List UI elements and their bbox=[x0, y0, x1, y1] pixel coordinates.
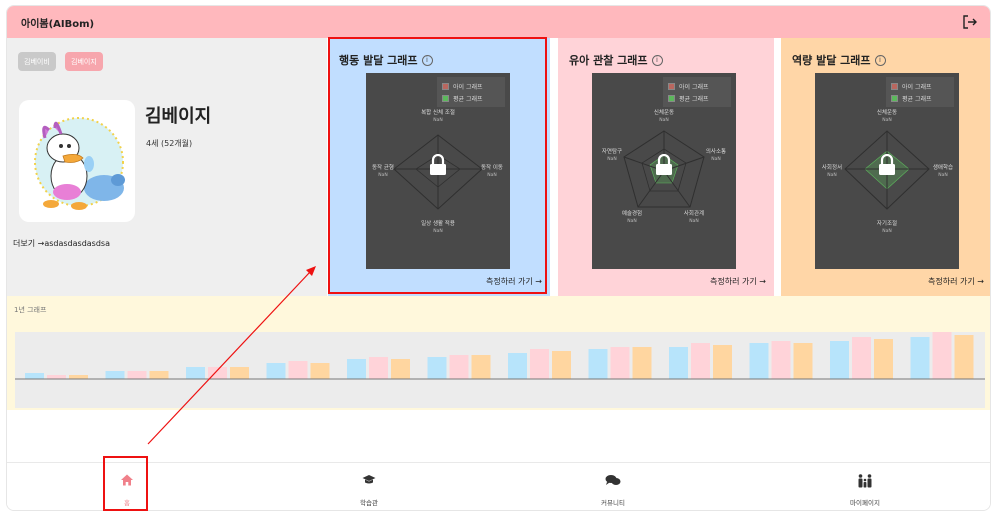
axis-label: 사회관계 NaN bbox=[683, 211, 705, 224]
info-icon[interactable]: i bbox=[421, 54, 433, 66]
bar bbox=[347, 359, 366, 379]
app-frame: 아이봄(AIBom) 김베이비 김베이지 김베이지 4세 (52개월) 더보기 … bbox=[6, 5, 991, 511]
card-title: 행동 발달 그래프 bbox=[339, 54, 418, 67]
axis-label: 사회정서 NaN bbox=[821, 165, 843, 178]
bar bbox=[288, 361, 308, 379]
bar bbox=[874, 339, 893, 379]
measure-link[interactable]: 측정하러 가기 → bbox=[710, 276, 766, 287]
bar bbox=[749, 343, 769, 379]
lock-icon bbox=[879, 154, 895, 175]
nav-label: 홈 bbox=[124, 499, 130, 507]
axis-label: 자기조절 NaN bbox=[876, 221, 898, 234]
child-age: 4세 (52개월) bbox=[146, 139, 193, 148]
bar bbox=[449, 355, 469, 379]
axis-label: 예술경험 NaN bbox=[621, 211, 643, 224]
bar bbox=[552, 351, 571, 379]
lock-icon bbox=[430, 154, 446, 175]
axis-label: 동작 균형 NaN bbox=[372, 165, 394, 178]
info-icon[interactable]: i bbox=[874, 54, 886, 66]
nav-mypage[interactable]: 마이페이지 bbox=[815, 463, 915, 510]
daisy-duck-illustration bbox=[34, 117, 125, 210]
child-chip-1[interactable]: 김베이비 bbox=[18, 52, 56, 71]
bar bbox=[932, 331, 952, 379]
yearly-bar-chart-svg bbox=[15, 331, 985, 380]
observation-graph-card: 유아 관찰 그래프 i 아이 그래프 평균 그래프 신체운동 NaN 의사소통 Na… bbox=[558, 38, 774, 296]
child-name: 김베이지 bbox=[145, 106, 212, 126]
nav-label: 마이페이지 bbox=[850, 499, 880, 507]
profile-panel: 김베이비 김베이지 김베이지 4세 (52개월) 더보기 →asdasdasda… bbox=[7, 38, 327, 296]
logout-icon[interactable] bbox=[962, 14, 978, 30]
card-title: 역량 발달 그래프 bbox=[792, 54, 871, 67]
axis-label: 동작 이동 NaN bbox=[481, 165, 503, 178]
axis-label: 생애학습 NaN bbox=[932, 165, 954, 178]
bar bbox=[230, 367, 249, 379]
bar bbox=[691, 343, 710, 379]
bar bbox=[471, 355, 491, 379]
radar-chart: 아이 그래프 평균 그래프 신체운동 NaN 의사소통 NaN 사회관계 NaN 예술… bbox=[592, 73, 736, 269]
bar bbox=[105, 371, 125, 379]
bar bbox=[793, 343, 813, 379]
bar bbox=[369, 357, 388, 379]
bar bbox=[771, 341, 791, 379]
nav-label: 학습관 bbox=[360, 499, 378, 507]
bar bbox=[427, 357, 447, 379]
card-title: 유아 관찰 그래프 bbox=[569, 54, 648, 67]
competency-graph-card: 역량 발달 그래프 i 아이 그래프 평균 그래프 신체운동 NaN 생애학습 Na… bbox=[781, 38, 990, 296]
home-icon bbox=[121, 474, 133, 486]
bar bbox=[910, 337, 930, 379]
bar bbox=[266, 363, 286, 379]
axis-label: 의사소통 NaN bbox=[705, 149, 727, 162]
nav-home[interactable]: 홈 bbox=[77, 463, 177, 510]
axis-label: 신체운동 NaN bbox=[653, 110, 675, 123]
bar bbox=[127, 371, 147, 379]
bar bbox=[830, 341, 849, 379]
more-link[interactable]: 더보기 →asdasdasdasdsa bbox=[13, 238, 110, 249]
bar bbox=[852, 337, 871, 379]
info-icon[interactable]: i bbox=[651, 54, 663, 66]
bar bbox=[954, 335, 974, 379]
measure-link[interactable]: 측정하러 가기 → bbox=[928, 276, 984, 287]
bar bbox=[47, 375, 66, 379]
avatar bbox=[19, 100, 135, 222]
bar bbox=[508, 353, 527, 379]
bar bbox=[208, 367, 227, 379]
bar bbox=[713, 345, 732, 379]
bar bbox=[69, 375, 88, 379]
graduation-cap-icon bbox=[362, 475, 376, 484]
app-header: 아이봄(AIBom) bbox=[7, 6, 990, 38]
nav-learning[interactable]: 학습관 bbox=[319, 463, 419, 510]
bar bbox=[310, 363, 330, 379]
bottom-nav: 홈 학습관 커뮤니티 마이페이지 bbox=[7, 462, 990, 510]
child-chip-2[interactable]: 김베이지 bbox=[65, 52, 103, 71]
app-title: 아이봄(AIBom) bbox=[21, 18, 95, 30]
bar bbox=[632, 347, 652, 379]
radar-chart: 아이 그래프 평균 그래프 신체운동 NaN 생애학습 NaN 자기조절 NaN 사회… bbox=[815, 73, 959, 269]
nav-community[interactable]: 커뮤니티 bbox=[563, 463, 663, 510]
family-icon bbox=[858, 474, 872, 488]
axis-label: 자연탐구 NaN bbox=[601, 149, 623, 162]
axis-label: 복합 신체 조절 NaN bbox=[421, 110, 455, 123]
yearly-graph-title: 1년 그래프 bbox=[14, 306, 47, 314]
bar bbox=[588, 349, 608, 379]
nav-label: 커뮤니티 bbox=[601, 499, 625, 507]
axis-label: 일상 생활 적용 NaN bbox=[421, 221, 455, 234]
behavior-graph-card: 행동 발달 그래프 i 아이 그래프 평균 그래프 복합 신체 조절 NaN 동작… bbox=[328, 38, 550, 296]
bar bbox=[530, 349, 549, 379]
bar bbox=[610, 347, 630, 379]
chat-bubbles-icon bbox=[605, 475, 621, 485]
measure-link[interactable]: 측정하러 가기 → bbox=[486, 276, 542, 287]
bar bbox=[149, 371, 169, 379]
yearly-bar-chart bbox=[15, 331, 985, 408]
bar bbox=[391, 359, 410, 379]
lock-icon bbox=[656, 154, 672, 175]
yearly-graph-section: 1년 그래프 bbox=[7, 296, 990, 410]
radar-chart: 아이 그래프 평균 그래프 복합 신체 조절 NaN 동작 이동 NaN 일상 생활… bbox=[366, 73, 510, 269]
bar bbox=[669, 347, 688, 379]
bar bbox=[25, 373, 44, 379]
bar bbox=[186, 367, 205, 379]
axis-label: 신체운동 NaN bbox=[876, 110, 898, 123]
